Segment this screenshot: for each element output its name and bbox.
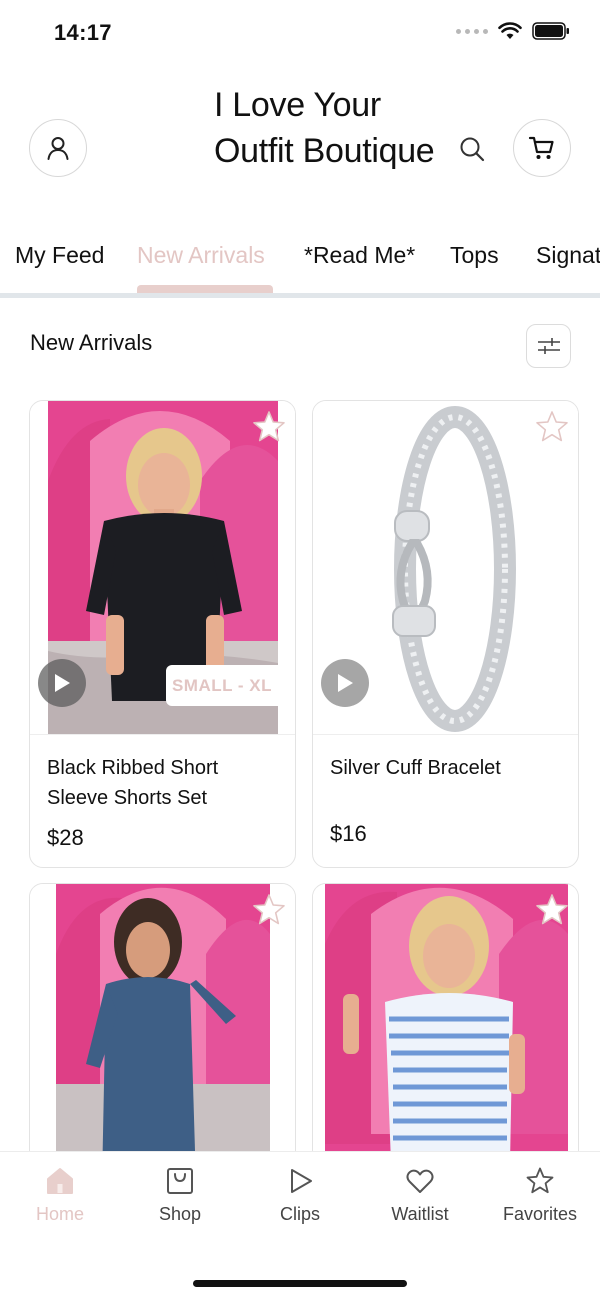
home-icon [47,1168,73,1194]
status-bar: 14:17 [0,0,600,64]
nav-label: Clips [279,1204,320,1224]
app-header: I Love Your Outfit Boutique [0,64,600,224]
nav-clips[interactable]: Clips [240,1166,360,1225]
section-title: New Arrivals [30,330,153,355]
play-icon [55,674,70,692]
tab-my-feed[interactable]: My Feed [15,242,104,269]
bottom-nav: Home Shop Clips Waitlist Favorites [0,1151,600,1299]
sliders-icon [537,338,560,354]
store-title: I Love Your Outfit Boutique [214,86,435,170]
shopping-bag-icon [167,1168,193,1194]
nav-label: Favorites [502,1204,578,1224]
profile-button[interactable] [29,119,87,177]
nav-home[interactable]: Home [0,1166,120,1225]
active-tab-indicator [137,285,273,293]
product-name[interactable]: Silver Cuff Bracelet [330,753,560,783]
nav-label: Home [35,1204,84,1224]
product-price: $16 [330,821,367,846]
product-image[interactable]: SMALL - XL [30,401,295,734]
star-icon [526,1167,554,1194]
nav-waitlist[interactable]: Waitlist [360,1166,480,1225]
search-button[interactable] [455,132,489,166]
product-image[interactable] [30,884,295,1182]
status-time: 14:17 [54,20,112,45]
product-image[interactable] [313,401,578,734]
cart-icon [528,136,554,159]
play-video-button[interactable] [38,659,86,707]
user-icon [47,137,69,160]
cart-button[interactable] [513,119,571,177]
product-price: $28 [47,825,84,850]
product-card[interactable] [312,883,579,1183]
search-icon [460,137,485,162]
heart-icon [406,1169,434,1193]
filter-button[interactable] [526,324,571,368]
favorite-star-icon[interactable] [534,892,570,928]
product-info: Silver Cuff Bracelet $16 [313,734,578,846]
wifi-icon [498,22,522,39]
product-photo [30,884,295,1182]
play-icon [338,674,353,692]
status-icons [456,22,570,40]
favorite-star-icon[interactable] [534,409,570,445]
product-card[interactable] [29,883,296,1183]
product-image[interactable] [313,884,578,1182]
favorite-star-icon[interactable] [251,892,287,928]
size-badge: SMALL - XL [166,665,278,706]
product-name[interactable]: Black Ribbed Short Sleeve Shorts Set [47,753,277,813]
nav-shop[interactable]: Shop [120,1166,240,1225]
home-indicator[interactable] [193,1280,407,1287]
tab-read-me[interactable]: *Read Me* [304,242,415,269]
tabs-divider [0,293,600,298]
battery-icon [532,22,569,40]
nav-label: Waitlist [391,1204,449,1224]
product-info: Black Ribbed Short Sleeve Shorts Set $28 [30,734,295,850]
favorite-star-icon[interactable] [251,409,287,445]
play-video-button[interactable] [321,659,369,707]
product-photo [313,884,578,1182]
nav-label: Shop [158,1204,202,1224]
tab-tops[interactable]: Tops [450,242,499,269]
signal-icon [456,28,488,34]
category-tabs: My Feed New Arrivals *Read Me* Tops Sign… [0,234,600,298]
tab-signature[interactable]: Signat [536,242,600,269]
product-card[interactable]: Silver Cuff Bracelet $16 [312,400,579,868]
play-icon [291,1169,312,1193]
product-card[interactable]: SMALL - XL Black Ribbed Short Sleeve Sho… [29,400,296,868]
tab-new-arrivals[interactable]: New Arrivals [137,242,265,269]
nav-favorites[interactable]: Favorites [480,1166,600,1225]
